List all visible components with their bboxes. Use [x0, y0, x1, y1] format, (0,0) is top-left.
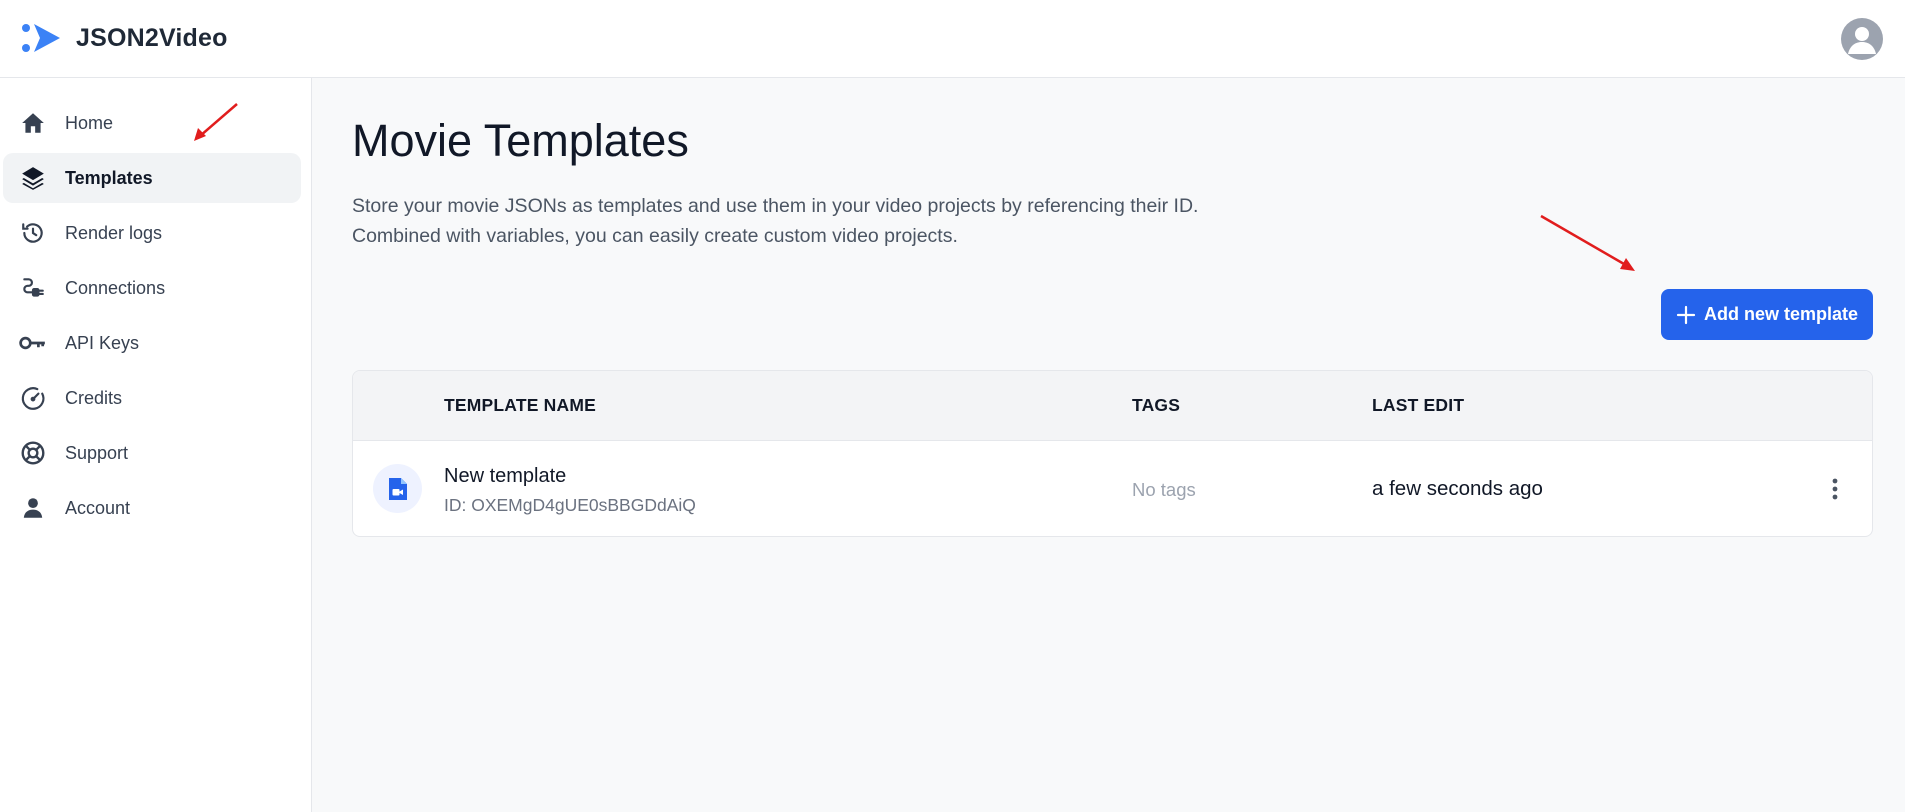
sidebar-item-account[interactable]: Account — [3, 483, 301, 533]
home-icon — [19, 109, 47, 137]
sidebar: Home Templates Render logs Connections A… — [0, 78, 312, 812]
video-file-icon — [373, 464, 422, 513]
sidebar-item-templates[interactable]: Templates — [3, 153, 301, 203]
layers-icon — [19, 164, 47, 192]
sidebar-item-api-keys[interactable]: API Keys — [3, 318, 301, 368]
template-name-link[interactable]: New template — [444, 465, 566, 488]
key-icon — [19, 329, 47, 357]
sidebar-item-label: Render logs — [65, 222, 163, 243]
sidebar-item-label: Connections — [65, 277, 166, 298]
sidebar-item-home[interactable]: Home — [3, 98, 301, 148]
sidebar-item-credits[interactable]: Credits — [3, 373, 301, 423]
app-logo[interactable]: JSON2Video — [20, 20, 228, 56]
page-description: Store your movie JSONs as templates and … — [352, 191, 1352, 251]
description-line: Store your movie JSONs as templates and … — [352, 195, 1199, 217]
gauge-icon — [19, 384, 47, 412]
plus-icon — [1676, 305, 1696, 324]
history-icon — [19, 219, 47, 247]
column-header-last-edit[interactable]: LAST EDIT — [1372, 395, 1464, 416]
top-bar: JSON2Video — [0, 0, 1905, 78]
template-id: ID: OXEMgD4gUE0sBBGDdAiQ — [444, 495, 696, 515]
sidebar-item-label: Credits — [65, 387, 123, 408]
logo-play-icon — [20, 20, 62, 56]
description-line: Combined with variables, you can easily … — [352, 225, 958, 247]
table-row[interactable]: New template ID: OXEMgD4gUE0sBBGDdAiQ No… — [353, 441, 1872, 536]
table-header: TEMPLATE NAME TAGS LAST EDIT — [353, 371, 1872, 441]
sidebar-item-label: Account — [65, 497, 131, 518]
sidebar-item-label: Support — [65, 442, 129, 463]
template-tags: No tags — [1132, 479, 1196, 500]
sidebar-item-label: API Keys — [65, 332, 140, 353]
sidebar-item-label: Templates — [65, 167, 153, 188]
more-options-icon[interactable] — [1819, 471, 1851, 507]
person-icon — [19, 494, 47, 522]
lifebuoy-icon — [19, 439, 47, 467]
templates-table: TEMPLATE NAME TAGS LAST EDIT New templat… — [352, 370, 1873, 537]
main-content: Movie Templates Store your movie JSONs a… — [313, 79, 1905, 812]
plug-icon — [19, 274, 47, 302]
app-name: JSON2Video — [76, 23, 228, 52]
template-last-edit: a few seconds ago — [1372, 477, 1543, 500]
sidebar-item-support[interactable]: Support — [3, 428, 301, 478]
column-header-template-name[interactable]: TEMPLATE NAME — [444, 395, 596, 416]
sidebar-item-label: Home — [65, 112, 114, 133]
sidebar-item-connections[interactable]: Connections — [3, 263, 301, 313]
sidebar-item-render-logs[interactable]: Render logs — [3, 208, 301, 258]
person-avatar-icon — [1848, 27, 1876, 54]
user-avatar[interactable] — [1841, 18, 1883, 60]
add-new-template-label: Add new template — [1703, 304, 1859, 324]
column-header-tags[interactable]: TAGS — [1132, 395, 1180, 416]
page-title: Movie Templates — [352, 115, 689, 166]
add-new-template-button[interactable]: Add new template — [1661, 289, 1873, 340]
